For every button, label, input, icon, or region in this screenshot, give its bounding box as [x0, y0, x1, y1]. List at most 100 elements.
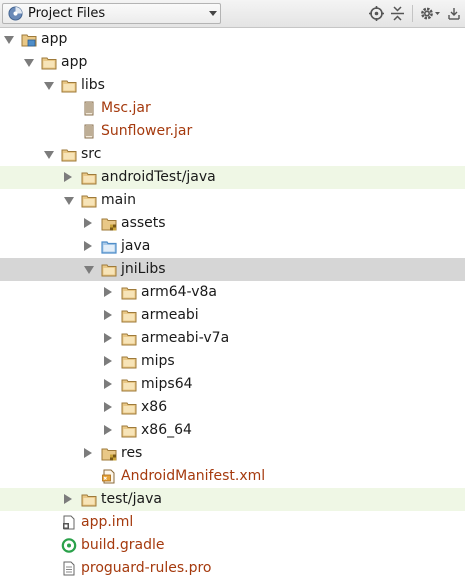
expanded-arrow-icon[interactable]: [4, 36, 14, 44]
project-view-label: Project Files: [28, 6, 106, 21]
tree-row-androidtest-java[interactable]: androidTest/java: [0, 166, 465, 189]
tree-row-assets[interactable]: assets: [0, 212, 465, 235]
tree-item-label: mips: [141, 353, 175, 369]
tree-row-sunflower-jar[interactable]: Sunflower.jar: [0, 120, 465, 143]
tree-item-label: app: [41, 31, 68, 47]
tree-row-app-iml[interactable]: app.iml: [0, 511, 465, 534]
gradle-icon: [61, 538, 77, 553]
tree-row-main[interactable]: main: [0, 189, 465, 212]
folder-icon: [121, 400, 137, 415]
tree-item-label: app.iml: [81, 514, 134, 530]
expanded-arrow-icon[interactable]: [64, 197, 74, 205]
tree-item-label: mips64: [141, 376, 193, 392]
tree-item-label: androidTest/java: [101, 169, 216, 185]
collapsed-arrow-icon[interactable]: [104, 287, 112, 297]
collapsed-arrow-icon[interactable]: [84, 241, 92, 251]
tree-row-res[interactable]: res: [0, 442, 465, 465]
tree-row-build-gradle[interactable]: build.gradle: [0, 534, 465, 557]
tree-row-x86[interactable]: x86: [0, 396, 465, 419]
folder-icon: [121, 331, 137, 346]
folder-icon: [121, 423, 137, 438]
gear-icon[interactable]: [419, 5, 441, 22]
tree-row-app[interactable]: app: [0, 28, 465, 51]
collapsed-arrow-icon[interactable]: [104, 402, 112, 412]
folder-icon: [81, 193, 97, 208]
tree-item-label: proguard-rules.pro: [81, 560, 212, 576]
jar-icon: [81, 101, 97, 116]
module-icon: [21, 32, 37, 47]
tree-row-src[interactable]: src: [0, 143, 465, 166]
collapse-all-icon[interactable]: [390, 5, 405, 22]
collapsed-arrow-icon[interactable]: [104, 310, 112, 320]
folder-icon: [61, 147, 77, 162]
project-files-icon: [8, 6, 23, 21]
tree-row-armeabi[interactable]: armeabi: [0, 304, 465, 327]
tree-item-label: src: [81, 146, 102, 162]
tree-item-label: arm64-v8a: [141, 284, 217, 300]
project-view-selector[interactable]: Project Files: [2, 3, 221, 24]
tree-item-label: AndroidManifest.xml: [121, 468, 266, 484]
tree-row-arm64-v8a[interactable]: arm64-v8a: [0, 281, 465, 304]
folder-icon: [81, 492, 97, 507]
tree-row-x86-64[interactable]: x86_64: [0, 419, 465, 442]
tree-row-libs[interactable]: libs: [0, 74, 465, 97]
resource-folder-icon: [101, 446, 117, 461]
folder-icon: [81, 170, 97, 185]
tree-row-androidmanifest-xml[interactable]: AndroidManifest.xml: [0, 465, 465, 488]
collapsed-arrow-icon[interactable]: [64, 494, 72, 504]
chevron-down-icon: [209, 11, 217, 16]
folder-icon: [61, 78, 77, 93]
tree-item-label: jniLibs: [121, 261, 166, 277]
expanded-arrow-icon[interactable]: [44, 151, 54, 159]
source-folder-icon: [101, 239, 117, 254]
tree-item-label: armeabi-v7a: [141, 330, 230, 346]
tree-row-proguard-rules-pro[interactable]: proguard-rules.pro: [0, 557, 465, 580]
tree-item-label: java: [121, 238, 151, 254]
jar-icon: [81, 124, 97, 139]
tree-item-label: assets: [121, 215, 166, 231]
folder-icon: [121, 354, 137, 369]
collapsed-arrow-icon[interactable]: [84, 448, 92, 458]
tree-item-label: res: [121, 445, 143, 461]
tree-item-label: Sunflower.jar: [101, 123, 193, 139]
text-file-icon: [61, 561, 77, 576]
folder-icon: [121, 308, 137, 323]
tree-row-java[interactable]: java: [0, 235, 465, 258]
collapsed-arrow-icon[interactable]: [104, 379, 112, 389]
collapsed-arrow-icon[interactable]: [84, 218, 92, 228]
toolbar-divider: [412, 5, 413, 22]
tree-item-label: test/java: [101, 491, 162, 507]
folder-icon: [41, 55, 57, 70]
expanded-arrow-icon[interactable]: [24, 59, 34, 67]
tree-item-label: x86: [141, 399, 168, 415]
collapsed-arrow-icon[interactable]: [104, 425, 112, 435]
folder-icon: [121, 285, 137, 300]
tree-item-label: build.gradle: [81, 537, 165, 553]
target-icon[interactable]: [368, 5, 385, 22]
tree-row-armeabi-v7a[interactable]: armeabi-v7a: [0, 327, 465, 350]
tree-item-label: app: [61, 54, 88, 70]
tree-row-jnilibs[interactable]: jniLibs: [0, 258, 465, 281]
expanded-arrow-icon[interactable]: [44, 82, 54, 90]
project-toolbar: Project Files: [0, 0, 465, 28]
collapsed-arrow-icon[interactable]: [104, 333, 112, 343]
xml-file-icon: [101, 469, 117, 484]
tree-row-app[interactable]: app: [0, 51, 465, 74]
expanded-arrow-icon[interactable]: [84, 266, 94, 274]
folder-icon: [101, 262, 117, 277]
hide-panel-icon[interactable]: [447, 5, 462, 22]
iml-file-icon: [61, 515, 77, 530]
folder-icon: [121, 377, 137, 392]
tree-item-label: Msc.jar: [101, 100, 151, 116]
tree-item-label: armeabi: [141, 307, 199, 323]
tree-row-test-java[interactable]: test/java: [0, 488, 465, 511]
tree-row-msc-jar[interactable]: Msc.jar: [0, 97, 465, 120]
tree-row-mips[interactable]: mips: [0, 350, 465, 373]
tree-item-label: main: [101, 192, 136, 208]
collapsed-arrow-icon[interactable]: [64, 172, 72, 182]
tree-item-label: x86_64: [141, 422, 192, 438]
collapsed-arrow-icon[interactable]: [104, 356, 112, 366]
tree-item-label: libs: [81, 77, 105, 93]
resource-folder-icon: [101, 216, 117, 231]
tree-row-mips64[interactable]: mips64: [0, 373, 465, 396]
